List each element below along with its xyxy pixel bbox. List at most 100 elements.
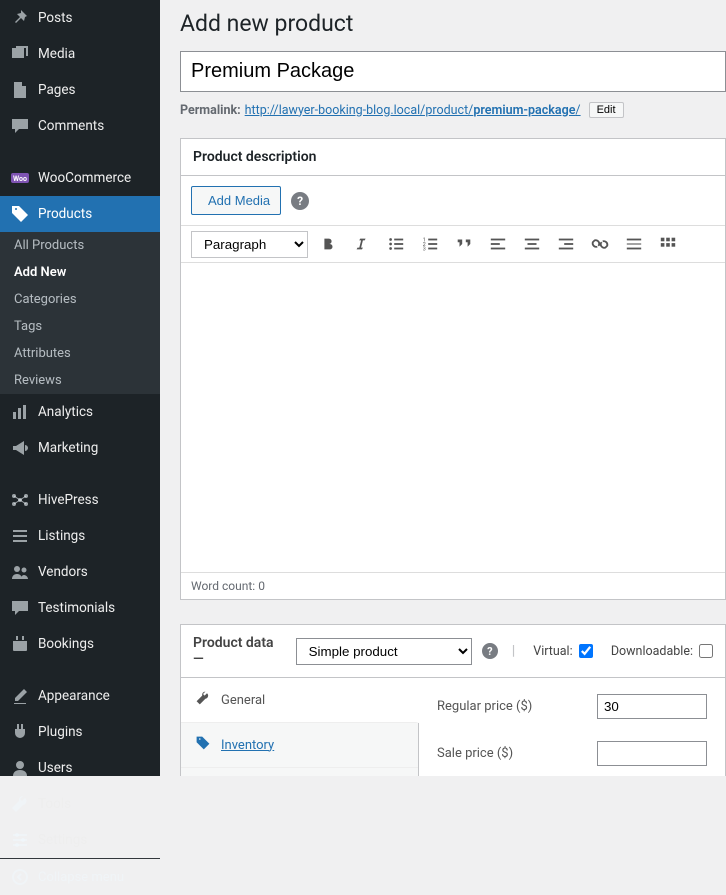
sidebar-item-label: Marketing (38, 440, 98, 456)
sidebar-subitem-categories[interactable]: Categories (0, 286, 160, 313)
collapse-menu-button[interactable]: Collapse menu (0, 858, 160, 895)
sidebar-item-hivepress[interactable]: HivePress (0, 482, 160, 518)
virtual-label: Virtual: (533, 644, 572, 659)
sidebar-item-users[interactable]: Users (0, 750, 160, 786)
sale-price-input[interactable] (597, 741, 707, 766)
analytics-icon (10, 402, 30, 422)
page-icon (10, 80, 30, 100)
permalink-row: Permalink: http://lawyer-booking-blog.lo… (180, 102, 726, 118)
listings-icon (10, 526, 30, 546)
sidebar-item-pages[interactable]: Pages (0, 72, 160, 108)
main-content: Add new product Permalink: http://lawyer… (160, 0, 726, 776)
sidebar-item-label: Products (38, 206, 92, 222)
plugins-icon (10, 722, 30, 742)
appearance-icon (10, 686, 30, 706)
marketing-icon (10, 438, 30, 458)
products-icon (10, 204, 30, 224)
sale-price-label: Sale price ($) (437, 746, 597, 761)
sidebar-item-label: Appearance (38, 688, 110, 704)
sidebar-item-appearance[interactable]: Appearance (0, 678, 160, 714)
word-count: Word count: 0 (181, 573, 725, 599)
virtual-checkbox[interactable] (579, 644, 593, 658)
permalink-link[interactable]: http://lawyer-booking-blog.local/product… (245, 103, 581, 118)
product-data-header: Product data — Simple product ? | Virtua… (180, 624, 726, 678)
regular-price-input[interactable] (597, 694, 707, 719)
sidebar-subitem-attributes[interactable]: Attributes (0, 340, 160, 367)
edit-permalink-button[interactable]: Edit (589, 102, 624, 118)
settings-icon (10, 830, 30, 850)
numbered-list-button[interactable]: 123 (416, 230, 444, 258)
sidebar-item-label: Analytics (38, 404, 93, 420)
svg-text:3: 3 (423, 246, 426, 252)
align-center-button[interactable] (518, 230, 546, 258)
downloadable-checkbox[interactable] (699, 644, 713, 658)
sidebar-item-listings[interactable]: Listings (0, 518, 160, 554)
sidebar-item-analytics[interactable]: Analytics (0, 394, 160, 430)
product-tab-inventory[interactable]: Inventory (181, 723, 418, 768)
wrench-icon (195, 690, 211, 710)
sidebar-subitem-tags[interactable]: Tags (0, 313, 160, 340)
sidebar-item-label: Media (38, 46, 75, 62)
sidebar-subitem-all-products[interactable]: All Products (0, 232, 160, 259)
sidebar-item-label: Testimonials (38, 600, 115, 616)
sidebar-item-bookings[interactable]: Bookings (0, 626, 160, 662)
blockquote-button[interactable] (450, 230, 478, 258)
sidebar-subitem-add-new[interactable]: Add New (0, 259, 160, 286)
product-data-panel: GeneralInventoryLinked Products Regular … (180, 678, 726, 776)
sidebar-item-label: WooCommerce (38, 170, 131, 186)
sidebar-subitem-reviews[interactable]: Reviews (0, 367, 160, 394)
align-left-button[interactable] (484, 230, 512, 258)
tools-icon (10, 794, 30, 814)
hivepress-icon (10, 490, 30, 510)
vendors-icon (10, 562, 30, 582)
product-tab-general[interactable]: General (181, 678, 419, 723)
product-type-select[interactable]: Simple product (296, 638, 472, 665)
svg-text:Woo: Woo (13, 175, 27, 183)
sidebar-item-label: HivePress (38, 492, 99, 508)
woo-icon: Woo (10, 168, 30, 188)
sidebar-item-settings[interactable]: Settings (0, 822, 160, 858)
regular-price-label: Regular price ($) (437, 699, 597, 714)
product-type-help-icon[interactable]: ? (482, 643, 498, 659)
product-data-tabs: GeneralInventoryLinked Products (181, 678, 419, 776)
sidebar-item-vendors[interactable]: Vendors (0, 554, 160, 590)
product-title-input[interactable] (180, 51, 726, 92)
sidebar-item-label: Comments (38, 118, 104, 134)
sidebar-item-posts[interactable]: Posts (0, 0, 160, 36)
sidebar-item-plugins[interactable]: Plugins (0, 714, 160, 750)
insert-more-button[interactable] (620, 230, 648, 258)
testimonials-icon (10, 598, 30, 618)
sidebar-item-label: Tools (38, 796, 71, 812)
downloadable-label: Downloadable: (611, 644, 693, 659)
users-icon (10, 758, 30, 778)
add-media-button[interactable]: Add Media (191, 186, 281, 215)
sidebar-item-label: Settings (38, 832, 87, 848)
product-tab-linked-products[interactable]: Linked Products (181, 768, 418, 776)
toolbar-toggle-button[interactable] (654, 230, 682, 258)
sidebar-item-label: Pages (38, 82, 76, 98)
product-data-heading: Product data — (193, 635, 286, 667)
sidebar-submenu: All ProductsAdd NewCategoriesTagsAttribu… (0, 232, 160, 394)
sidebar-item-testimonials[interactable]: Testimonials (0, 590, 160, 626)
help-icon[interactable]: ? (291, 192, 309, 210)
italic-button[interactable] (348, 230, 376, 258)
editor-textarea[interactable] (181, 263, 725, 573)
sidebar-item-woocommerce[interactable]: Woo WooCommerce (0, 160, 160, 196)
align-right-button[interactable] (552, 230, 580, 258)
media-icon (10, 44, 30, 64)
format-select[interactable]: Paragraph (191, 231, 308, 258)
sidebar-item-media[interactable]: Media (0, 36, 160, 72)
description-metabox: Product description Add Media ? Paragrap… (180, 138, 726, 600)
sidebar-item-label: Plugins (38, 724, 83, 740)
sidebar-item-tools[interactable]: Tools (0, 786, 160, 822)
sidebar-item-comments[interactable]: Comments (0, 108, 160, 144)
bullet-list-button[interactable] (382, 230, 410, 258)
bold-button[interactable] (314, 230, 342, 258)
sidebar-item-label: Posts (38, 10, 72, 26)
sidebar-item-marketing[interactable]: Marketing (0, 430, 160, 466)
comment-icon (10, 116, 30, 136)
collapse-icon (10, 867, 30, 887)
link-button[interactable] (586, 230, 614, 258)
sidebar-item-products[interactable]: Products (0, 196, 160, 232)
sidebar-item-label: Vendors (38, 564, 88, 580)
